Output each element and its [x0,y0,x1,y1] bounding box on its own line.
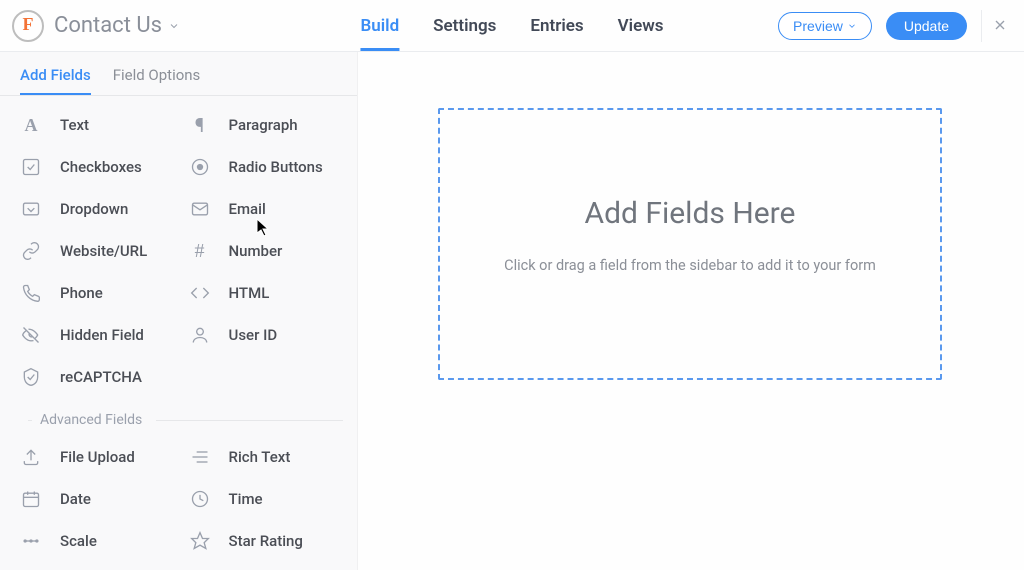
calendar-icon [20,488,42,510]
field-html[interactable]: HTML [179,272,348,314]
link-icon [20,240,42,262]
field-time[interactable]: Time [179,478,348,520]
number-icon: # [189,240,211,262]
html-icon [189,282,211,304]
dropzone-subtitle: Click or drag a field from the sidebar t… [504,257,876,274]
shield-icon [20,366,42,388]
scale-icon [20,530,42,552]
clock-icon [189,488,211,510]
field-checkboxes[interactable]: Checkboxes [10,146,179,188]
field-url[interactable]: Website/URL [10,230,179,272]
upload-icon [20,446,42,468]
preview-button[interactable]: Preview [778,12,872,40]
caret-down-icon [847,21,857,31]
richtext-icon [189,446,211,468]
field-text[interactable]: A Text [10,104,179,146]
field-richtext[interactable]: Rich Text [179,436,348,478]
tab-add-fields[interactable]: Add Fields [20,66,91,95]
hidden-icon [20,324,42,346]
checkbox-icon [20,156,42,178]
nav-build[interactable]: Build [360,0,399,51]
update-button[interactable]: Update [886,12,967,40]
app-logo: F [12,10,44,42]
phone-icon [20,282,42,304]
caret-down-icon [168,20,180,32]
nav-settings[interactable]: Settings [433,0,496,51]
advanced-fields-header: Advanced Fields [0,402,357,432]
close-button[interactable] [981,10,1008,42]
field-star[interactable]: Star Rating [179,520,348,562]
nav-views[interactable]: Views [618,0,664,51]
star-icon [189,530,211,552]
field-email[interactable]: Email [179,188,348,230]
form-title-dropdown[interactable]: Contact Us [54,13,180,38]
field-radio[interactable]: Radio Buttons [179,146,348,188]
field-userid[interactable]: User ID [179,314,348,356]
dropzone-title: Add Fields Here [585,196,796,231]
field-dropdown[interactable]: Dropdown [10,188,179,230]
field-hidden[interactable]: Hidden Field [10,314,179,356]
field-fileupload[interactable]: File Upload [10,436,179,478]
field-scale[interactable]: Scale [10,520,179,562]
email-icon [189,198,211,220]
form-title: Contact Us [54,13,162,38]
radio-icon [189,156,211,178]
user-icon [189,324,211,346]
paragraph-icon: ¶ [189,114,211,136]
field-phone[interactable]: Phone [10,272,179,314]
dropdown-icon [20,198,42,220]
tab-field-options[interactable]: Field Options [113,66,201,95]
form-dropzone[interactable]: Add Fields Here Click or drag a field fr… [438,108,942,380]
nav-entries[interactable]: Entries [530,0,583,51]
field-recaptcha[interactable]: reCAPTCHA [10,356,179,398]
field-number[interactable]: # Number [179,230,348,272]
field-paragraph[interactable]: ¶ Paragraph [179,104,348,146]
close-icon [992,17,1008,33]
field-date[interactable]: Date [10,478,179,520]
text-icon: A [20,114,42,136]
